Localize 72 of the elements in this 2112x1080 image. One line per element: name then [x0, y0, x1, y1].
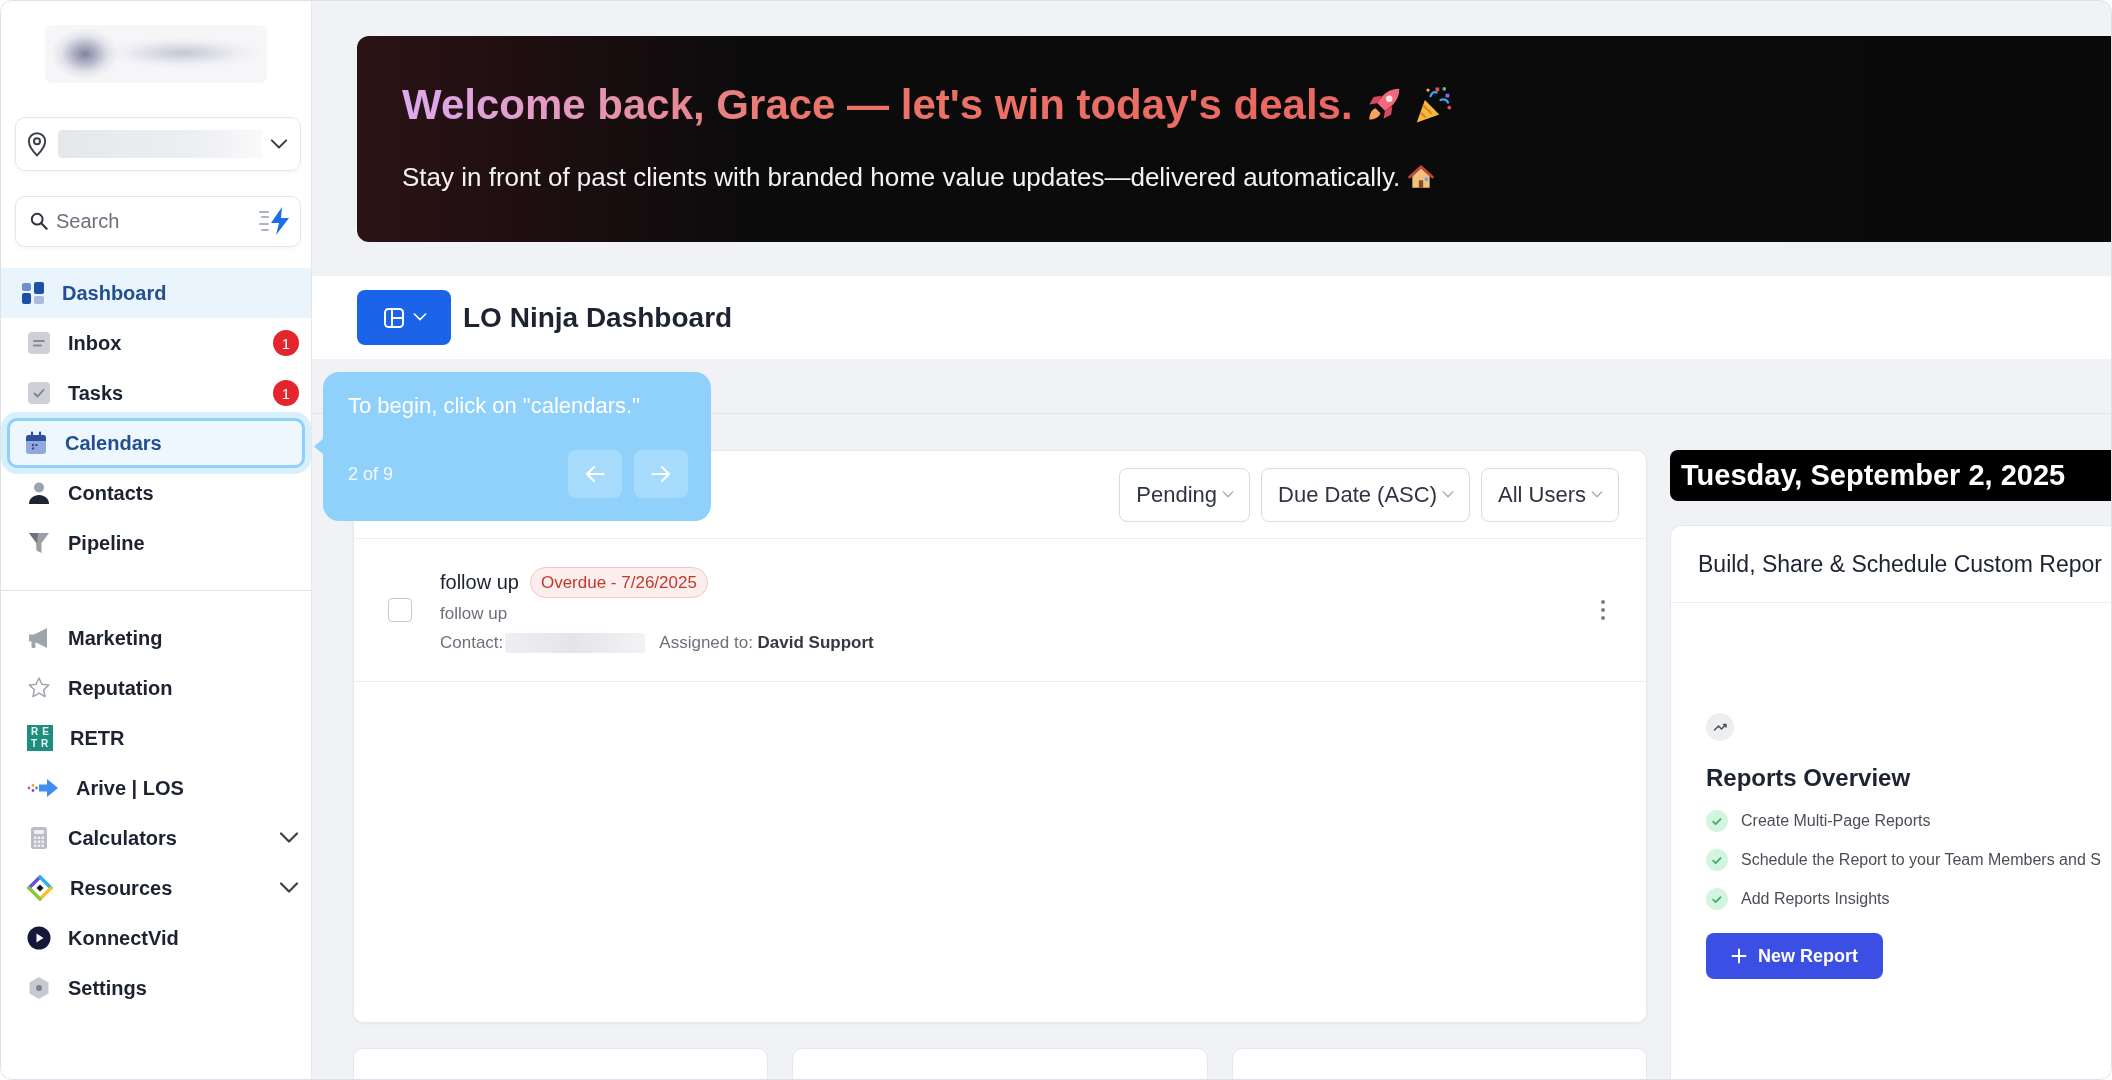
sidebar-item[interactable]: Tasks 1 [1, 368, 311, 418]
person-icon [27, 481, 51, 505]
sidebar-item[interactable]: Resources [1, 863, 311, 913]
filter-dropdown[interactable]: Due Date (ASC) [1261, 467, 1470, 522]
check-circle-icon [1706, 848, 1728, 871]
settings-icon [27, 976, 51, 1000]
check-circle-icon [1706, 809, 1728, 832]
chevron-icon [412, 313, 427, 322]
layout-switcher-button[interactable] [357, 290, 451, 345]
chevron-icon [279, 832, 299, 844]
diamond-logo-icon [27, 875, 53, 901]
dotted-arrow-icon [27, 778, 59, 798]
sidebar-item[interactable]: Reputation [1, 663, 311, 713]
task-description: follow up [440, 604, 508, 624]
chevron-icon [279, 882, 299, 894]
count-badge: 1 [273, 380, 299, 406]
next-button[interactable] [634, 450, 688, 498]
filter-dropdown[interactable]: All Users [1481, 467, 1619, 522]
kebab-menu-icon[interactable] [1600, 599, 1606, 621]
sidebar-item[interactable]: Inbox 1 [1, 318, 311, 368]
banner-subtitle: Stay in front of past clients with branded home value updates—delivered automatically. [402, 162, 1401, 192]
sidebar-item[interactable]: Pipeline [1, 518, 311, 568]
filter-dropdown[interactable]: Pending [1119, 467, 1251, 522]
count-badge: 1 [273, 330, 299, 356]
sidebar-item[interactable]: Contacts [1, 468, 311, 518]
sidebar-item[interactable]: Calendars [7, 418, 305, 468]
search-field[interactable]: Search [15, 196, 301, 247]
feature-text: Create Multi-Page Reports [1741, 811, 1931, 830]
lightning-bolt-icon[interactable] [259, 206, 291, 236]
lines-tile-icon [27, 331, 51, 355]
date-banner: Tuesday, September 2, 2025 [1670, 450, 2111, 501]
sidebar-item[interactable]: RE TR RETR [1, 713, 311, 763]
logo-tile: RE TR [27, 725, 53, 751]
assignment-text: Assigned to: David Support [659, 633, 874, 653]
sidebar-item[interactable]: Calculators [1, 813, 311, 863]
sidebar-item[interactable]: Dashboard [1, 268, 311, 318]
play-circle-icon [27, 926, 51, 950]
overdue-tag: Overdue - 7/26/2025 [529, 567, 708, 598]
new-report-button[interactable]: New Report [1706, 933, 1883, 979]
feature-text: Add Reports Insights [1741, 889, 1890, 908]
chevron-icon [270, 138, 288, 150]
sidebar-item[interactable]: Settings [1, 963, 311, 1013]
calendar-icon [24, 431, 48, 455]
dashboard-grid-icon [21, 281, 45, 305]
chevron-icon [1442, 490, 1454, 499]
chevron-icon [1591, 490, 1603, 499]
previous-button[interactable] [568, 450, 622, 498]
sidebar-item[interactable]: Marketing [1, 613, 311, 663]
card-title: Build, Share & Schedule Custom Repor [1698, 550, 2102, 578]
dashboard-title: LO Ninja Dashboard [463, 301, 733, 334]
step-counter: 2 of 9 [348, 463, 395, 485]
star-icon [27, 676, 51, 700]
task-title: follow up [440, 571, 519, 594]
feature-text: Schedule the Report to your Team Members and S [1741, 850, 2101, 869]
tooltip-text: To begin, click on "calendars." [348, 392, 641, 420]
layout-icon [381, 305, 406, 330]
arrow-left-icon [585, 465, 605, 483]
trend-circle-icon [1706, 713, 1734, 741]
reports-title: Reports Overview [1706, 763, 1911, 793]
house-icon [1408, 164, 1435, 190]
arrow-right-icon [651, 465, 671, 483]
location-selector[interactable] [15, 117, 301, 171]
search-icon [30, 212, 48, 230]
check-tile-icon [27, 381, 51, 405]
task-checkbox[interactable] [388, 598, 412, 622]
sidebar-item[interactable]: KonnectVid [1, 913, 311, 963]
funnel-icon [27, 531, 51, 555]
plus-icon [1731, 948, 1747, 964]
check-circle-icon [1706, 887, 1728, 910]
sidebar-item[interactable]: Arive | LOS [1, 763, 311, 813]
chevron-icon [1222, 490, 1235, 499]
contact-label: Contact: [440, 633, 504, 653]
